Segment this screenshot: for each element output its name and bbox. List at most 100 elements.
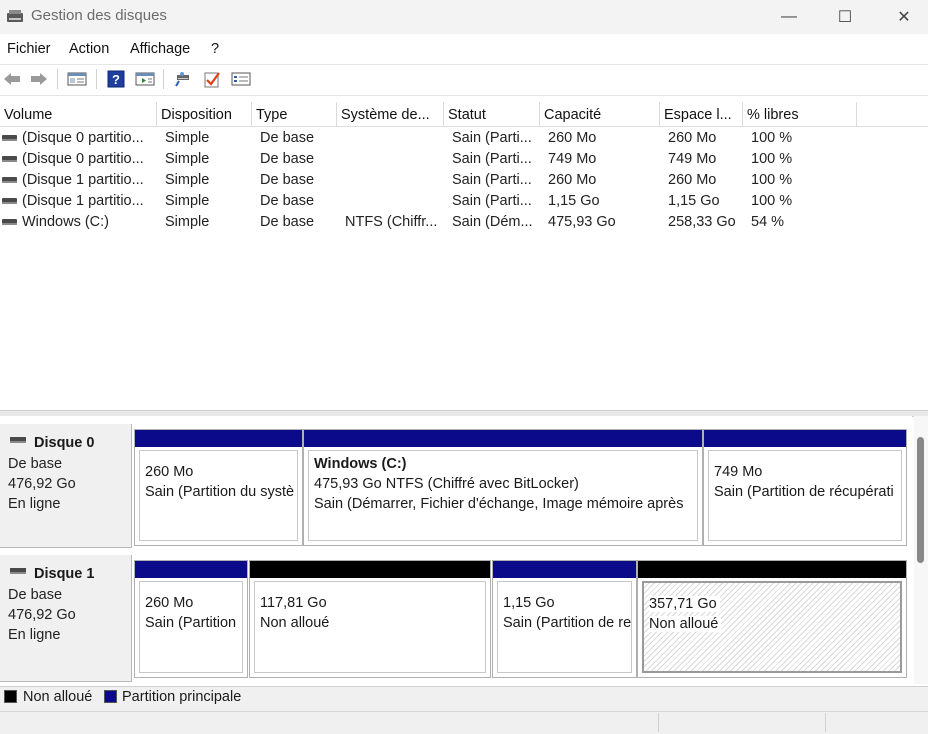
maximize-icon: ☐	[837, 9, 853, 26]
maximize-button[interactable]: ☐	[822, 0, 868, 34]
disposition-cell: Simple	[165, 214, 210, 230]
column-header-filesystem[interactable]: Système de...	[337, 102, 444, 126]
partition-size: 260 Mo	[145, 464, 194, 480]
type-cell: De base	[260, 172, 315, 188]
help-icon[interactable]: ?	[104, 68, 128, 90]
partition-body: 260 Mo Sain (Partition du systè	[139, 450, 298, 541]
disk-size: 476,92 Go	[8, 476, 76, 492]
partition-disk1-unallocated-2[interactable]: 357,71 Go Non alloué	[637, 560, 907, 678]
type-cell: De base	[260, 214, 315, 230]
menu-help[interactable]: ?	[211, 41, 219, 57]
disk-icon	[10, 568, 26, 574]
type-cell: De base	[260, 193, 315, 209]
table-row[interactable]: (Disque 1 partitio... Simple De base Sai…	[0, 191, 928, 212]
partition-status: Non alloué	[649, 616, 722, 632]
properties-icon[interactable]	[229, 68, 253, 90]
disposition-cell: Simple	[165, 151, 210, 167]
column-header-percent-free[interactable]: % libres	[743, 102, 857, 126]
partition-bar	[304, 430, 702, 447]
disk-name: Disque 1	[34, 566, 95, 582]
console-tree-icon[interactable]	[65, 68, 89, 90]
close-button[interactable]: ✕	[881, 0, 927, 34]
menu-affichage[interactable]: Affichage	[130, 41, 190, 57]
partition-status: Sain (Partition du systè	[145, 484, 295, 500]
partition-size: 357,71 Go	[649, 596, 720, 612]
disposition-cell: Simple	[165, 172, 210, 188]
table-row[interactable]: (Disque 1 partitio... Simple De base Sai…	[0, 170, 928, 191]
toolbar-separator	[57, 69, 58, 89]
legend-swatch-primary	[104, 690, 117, 703]
type-cell: De base	[260, 130, 315, 146]
partition-bar	[493, 561, 636, 578]
volume-icon	[2, 135, 17, 141]
disk-1-label[interactable]: Disque 1 De base 476,92 Go En ligne	[0, 555, 132, 682]
partition-disk1-system[interactable]: 260 Mo Sain (Partition	[134, 560, 248, 678]
partition-disk0-windows[interactable]: Windows (C:) 475,93 Go NTFS (Chiffré ave…	[303, 429, 703, 546]
window-title: Gestion des disques	[31, 7, 167, 24]
column-header-status[interactable]: Statut	[444, 102, 540, 126]
capacity-cell: 475,93 Go	[548, 214, 616, 230]
capacity-cell: 1,15 Go	[548, 193, 600, 209]
back-icon[interactable]	[0, 68, 24, 90]
status-separator	[658, 713, 659, 732]
toolbar-separator	[96, 69, 97, 89]
partition-status: Sain (Partition de récupérati	[714, 484, 894, 500]
percent-free-cell: 100 %	[751, 172, 793, 188]
capacity-cell: 260 Mo	[548, 172, 597, 188]
minimize-button[interactable]: —	[766, 0, 812, 34]
volume-icon	[2, 177, 17, 183]
partition-bar	[135, 561, 247, 578]
partition-bar	[135, 430, 302, 447]
status-cell: Sain (Parti...	[452, 130, 532, 146]
partition-status: Non alloué	[260, 615, 330, 631]
partition-body: Windows (C:) 475,93 Go NTFS (Chiffré ave…	[308, 450, 698, 541]
volume-icon	[2, 219, 17, 225]
filesystem-cell	[345, 191, 443, 212]
filesystem-cell	[345, 128, 443, 149]
partition-disk0-recovery[interactable]: 749 Mo Sain (Partition de récupérati	[703, 429, 907, 546]
partition-bar	[250, 561, 490, 578]
column-header-capacity[interactable]: Capacité	[540, 102, 660, 126]
partition-body: 749 Mo Sain (Partition de récupérati	[708, 450, 902, 541]
menu-fichier[interactable]: Fichier	[7, 41, 51, 57]
rescan-icon[interactable]	[171, 68, 195, 90]
partition-disk1-recovery[interactable]: 1,15 Go Sain (Partition de re	[492, 560, 637, 678]
free-space-cell: 749 Mo	[668, 151, 717, 167]
minimize-icon: —	[781, 8, 797, 25]
column-header-volume[interactable]: Volume	[0, 102, 157, 126]
status-cell: Sain (Dém...	[452, 214, 533, 230]
type-cell: De base	[260, 151, 315, 167]
percent-free-cell: 100 %	[751, 151, 793, 167]
partition-status: Sain (Démarrer, Fichier d'échange, Image…	[314, 496, 684, 512]
disk-state: En ligne	[8, 627, 61, 643]
partition-body: 260 Mo Sain (Partition	[139, 581, 243, 673]
status-cell: Sain (Parti...	[452, 151, 532, 167]
disk-type: De base	[8, 456, 63, 472]
disk-0-label[interactable]: Disque 0 De base 476,92 Go En ligne	[0, 424, 132, 548]
column-header-type[interactable]: Type	[252, 102, 337, 126]
volume-icon	[2, 156, 17, 162]
table-row[interactable]: (Disque 0 partitio... Simple De base Sai…	[0, 128, 928, 149]
filesystem-cell	[345, 149, 443, 170]
capacity-cell: 260 Mo	[548, 130, 597, 146]
table-row[interactable]: (Disque 0 partitio... Simple De base Sai…	[0, 149, 928, 170]
scrollbar-thumb[interactable]	[917, 437, 924, 563]
check-icon[interactable]	[200, 68, 224, 90]
partition-disk0-system[interactable]: 260 Mo Sain (Partition du systè	[134, 429, 303, 546]
toolbar-separator	[163, 69, 164, 89]
action-pane-icon[interactable]	[133, 68, 157, 90]
forward-icon[interactable]	[27, 68, 51, 90]
column-header-free-space[interactable]: Espace l...	[660, 102, 743, 126]
close-icon: ✕	[897, 9, 911, 26]
free-space-cell: 260 Mo	[668, 172, 717, 188]
table-row[interactable]: Windows (C:) Simple De base NTFS (Chiffr…	[0, 212, 928, 233]
partition-title: Windows (C:)	[314, 456, 407, 472]
menu-action[interactable]: Action	[69, 41, 109, 57]
partition-size: 475,93 Go NTFS (Chiffré avec BitLocker)	[314, 476, 579, 492]
capacity-cell: 749 Mo	[548, 151, 597, 167]
disposition-cell: Simple	[165, 130, 210, 146]
partition-size: 749 Mo	[714, 464, 763, 480]
volume-icon	[2, 198, 17, 204]
column-header-disposition[interactable]: Disposition	[157, 102, 252, 126]
partition-disk1-unallocated-1[interactable]: 117,81 Go Non alloué	[249, 560, 491, 678]
